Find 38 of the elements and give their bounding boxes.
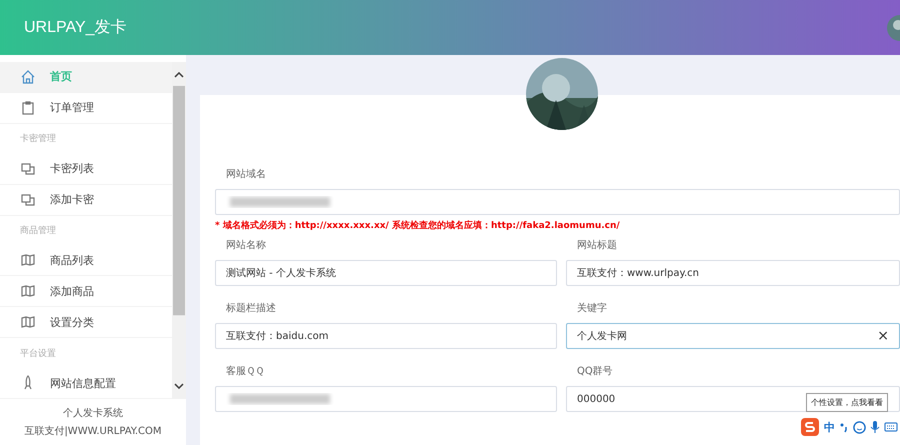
home-icon [20,68,36,85]
field-label: QQ群号 [577,365,614,378]
menu-item[interactable]: 添加卡密 [0,184,172,216]
keyboard-icon[interactable] [884,421,898,433]
punctuation-icon[interactable] [839,421,849,433]
input-field[interactable]: 个人发卡网 × [566,323,900,349]
copy-icon [20,192,36,208]
field-label: 标题栏描述 [226,302,277,315]
field-label: 网站域名 [226,168,267,181]
tooltip: 个性设置，点我看看 [806,393,888,412]
footer-text: 个人发卡系统 [63,406,123,420]
avatar[interactable] [884,14,900,40]
copy-icon [20,160,36,177]
input-field[interactable] [215,386,557,412]
field-label: 关键字 [577,302,608,315]
footer-text: 互联支付|WWW.URLPAY.COM [24,424,162,438]
book-icon [20,283,36,300]
field-label: 网站标题 [577,238,618,252]
clipboard-icon [20,100,36,116]
input-mode-toggle[interactable]: 中 [824,420,835,434]
input-field[interactable]: 互联支付：baidu.com [215,323,557,349]
input-field[interactable]: 测试网站 - 个人发卡系统 [215,260,557,286]
book-icon [20,314,36,330]
ime-logo-icon[interactable] [800,417,820,437]
field-label: 网站名称 [226,238,267,252]
microphone-icon[interactable] [870,420,880,434]
field-label: 客服ＱＱ [226,364,265,378]
emoji-icon[interactable] [853,420,866,434]
input-field[interactable]: 互联支付：www.urlpay.cn [566,260,900,286]
scrollbar[interactable] [172,62,186,399]
menu-section-title: 商品管理 [19,224,57,238]
domain-format-note: * 域名格式必须为：http://xxxx.xxx.xx/ 系统检查您的域名应填：http://faka2.laomumu.cn/ [215,219,621,232]
clear-button[interactable]: × [877,328,889,344]
domain-field[interactable] [215,189,900,215]
app-title: URLPAY_发卡 [24,18,127,38]
book-icon [20,252,36,268]
menu-section-title: 平台设置 [19,348,57,361]
menu-section-title: 卡密管理 [19,132,57,146]
